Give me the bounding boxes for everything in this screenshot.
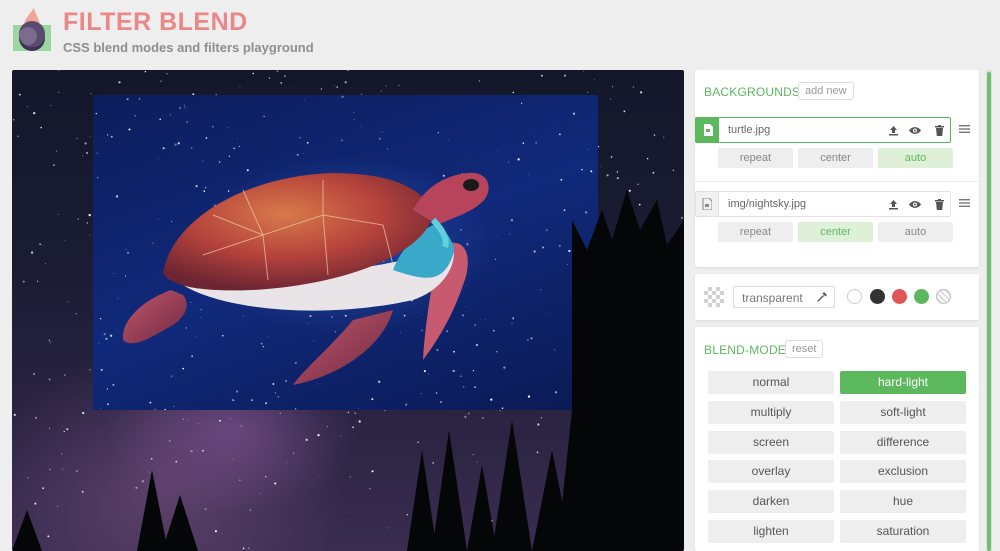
drag-handle-icon[interactable] <box>959 198 970 208</box>
blend-hard-light-button[interactable]: hard-light <box>840 371 966 394</box>
app-subtitle: CSS blend modes and filters playground <box>63 40 314 55</box>
image-file-icon[interactable] <box>696 192 719 216</box>
blend-saturation-button[interactable]: saturation <box>840 520 966 543</box>
drag-handle-icon[interactable] <box>959 124 970 134</box>
eyedropper-icon[interactable] <box>816 291 828 303</box>
background-color-field[interactable]: transparent <box>733 286 835 308</box>
blend-lighten-button[interactable]: lighten <box>708 520 834 543</box>
swatch-red[interactable] <box>892 289 907 304</box>
panel-scrollbar-thumb[interactable] <box>987 72 991 551</box>
swatch-transparent[interactable] <box>936 289 951 304</box>
image-file-icon[interactable] <box>696 118 719 142</box>
background-layer-turtle[interactable]: turtle.jpg <box>695 117 951 143</box>
layer-name[interactable]: img/nightsky.jpg <box>728 198 806 210</box>
upload-icon[interactable] <box>886 123 900 137</box>
layer1-repeat-button[interactable]: repeat <box>718 148 793 168</box>
trash-icon[interactable] <box>932 123 946 137</box>
filter-blend-logo <box>13 8 51 51</box>
blend-soft-light-button[interactable]: soft-light <box>840 401 966 424</box>
app-title: FILTER BLEND <box>63 8 248 36</box>
blend-hue-button[interactable]: hue <box>840 490 966 513</box>
layer2-auto-button[interactable]: auto <box>878 222 953 242</box>
eye-icon[interactable] <box>908 123 922 137</box>
blend-overlay-button[interactable]: overlay <box>708 460 834 483</box>
blend-screen-button[interactable]: screen <box>708 431 834 454</box>
layer-divider <box>695 181 979 182</box>
swatch-green[interactable] <box>914 289 929 304</box>
backgrounds-title: BACKGROUNDS <box>704 85 801 99</box>
eye-icon[interactable] <box>908 197 922 211</box>
layer-name[interactable]: turtle.jpg <box>728 124 770 136</box>
layer1-center-button[interactable]: center <box>798 148 873 168</box>
blend-normal-button[interactable]: normal <box>708 371 834 394</box>
layer2-repeat-button[interactable]: repeat <box>718 222 793 242</box>
blend-reset-button[interactable]: reset <box>785 340 824 358</box>
blend-exclusion-button[interactable]: exclusion <box>840 460 966 483</box>
blend-multiply-button[interactable]: multiply <box>708 401 834 424</box>
background-layer-nightsky[interactable]: img/nightsky.jpg <box>695 191 951 217</box>
preview-canvas <box>12 70 684 551</box>
swatch-white[interactable] <box>847 289 862 304</box>
blend-darken-button[interactable]: darken <box>708 490 834 513</box>
blend-difference-button[interactable]: difference <box>840 431 966 454</box>
swatch-black[interactable] <box>870 289 885 304</box>
background-color-value[interactable]: transparent <box>742 291 803 305</box>
blend-mode-title: BLEND-MODE <box>704 343 787 357</box>
layer2-center-button[interactable]: center <box>798 222 873 242</box>
trash-icon[interactable] <box>932 197 946 211</box>
upload-icon[interactable] <box>886 197 900 211</box>
pine-trees-silhouette <box>12 190 684 551</box>
layer1-auto-button[interactable]: auto <box>878 148 953 168</box>
transparency-preview-icon <box>704 287 724 307</box>
add-background-button[interactable]: add new <box>798 82 854 100</box>
